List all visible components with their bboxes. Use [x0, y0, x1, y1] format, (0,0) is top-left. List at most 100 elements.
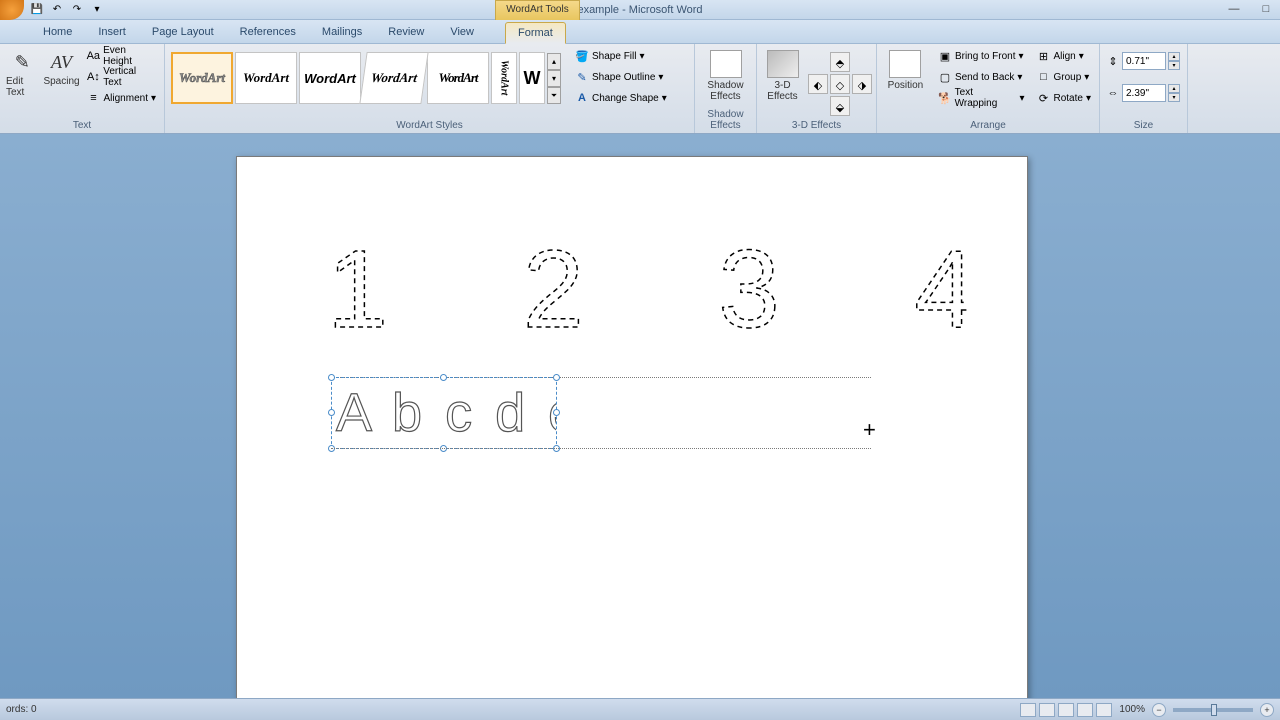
- view-web-layout-icon[interactable]: [1058, 703, 1074, 717]
- even-height-button[interactable]: Aa Even Height: [83, 46, 161, 66]
- width-up-icon[interactable]: ▴: [1168, 84, 1180, 93]
- change-shape-icon: A: [575, 91, 589, 105]
- minimize-button[interactable]: —: [1224, 3, 1244, 17]
- group-label-text: Text: [0, 120, 164, 131]
- group-btn-label: Group: [1054, 72, 1082, 83]
- 3d-tilt-grid: ⬘ ⬖ ◇ ⬗ ⬙: [808, 52, 872, 116]
- zoom-thumb[interactable]: [1211, 704, 1217, 716]
- handle-se[interactable]: [553, 445, 560, 452]
- view-full-screen-icon[interactable]: [1039, 703, 1055, 717]
- chevron-down-icon: ▾: [1086, 93, 1091, 104]
- position-label: Position: [888, 80, 924, 91]
- wordart-letters-selection[interactable]: A b c d e: [331, 377, 557, 449]
- zoom-level[interactable]: 100%: [1119, 704, 1145, 715]
- handle-n[interactable]: [440, 374, 447, 381]
- style-1[interactable]: WordArt: [171, 52, 233, 104]
- text-wrapping-button[interactable]: 🐕 Text Wrapping ▾: [934, 88, 1029, 108]
- bring-to-front-button[interactable]: ▣ Bring to Front ▾: [934, 46, 1029, 66]
- document-page[interactable]: 1 2 3 4 5 A b c d e +: [236, 156, 1028, 711]
- tilt-right-icon[interactable]: ⬗: [852, 74, 872, 94]
- save-icon[interactable]: 💾: [28, 2, 46, 18]
- view-outline-icon[interactable]: [1077, 703, 1093, 717]
- tab-home[interactable]: Home: [30, 21, 85, 43]
- edit-text-button[interactable]: ✎ Edit Text: [4, 46, 41, 100]
- drag-cursor-icon: +: [863, 417, 876, 443]
- shape-fill-button[interactable]: 🪣 Shape Fill ▾: [571, 46, 671, 66]
- tilt-down-icon[interactable]: ⬙: [830, 96, 850, 116]
- edit-text-label: Edit Text: [6, 76, 39, 98]
- handle-sw[interactable]: [328, 445, 335, 452]
- handle-nw[interactable]: [328, 374, 335, 381]
- wordart-numbers-text: 1 2 3 4 5: [327, 228, 967, 351]
- status-bar: ords: 0 100% − +: [0, 698, 1280, 720]
- tab-mailings[interactable]: Mailings: [309, 21, 375, 43]
- cube-icon: [767, 50, 799, 78]
- handle-w[interactable]: [328, 409, 335, 416]
- tab-insert[interactable]: Insert: [85, 21, 139, 43]
- group-shadow-effects: Shadow Effects Shadow Effects: [695, 44, 757, 133]
- zoom-in-button[interactable]: +: [1260, 703, 1274, 717]
- height-input[interactable]: [1122, 52, 1166, 70]
- 3d-effects-button[interactable]: 3-D Effects: [761, 46, 804, 106]
- position-button[interactable]: Position: [881, 46, 930, 95]
- tab-review[interactable]: Review: [375, 21, 437, 43]
- height-up-icon[interactable]: ▴: [1168, 52, 1180, 61]
- view-print-layout-icon[interactable]: [1020, 703, 1036, 717]
- tab-page-layout[interactable]: Page Layout: [139, 21, 227, 43]
- tab-format[interactable]: Format: [505, 22, 566, 44]
- style-2[interactable]: WordArt: [235, 52, 297, 104]
- redo-icon[interactable]: ↷: [68, 2, 86, 18]
- vertical-text-button[interactable]: A↕ Vertical Text: [83, 67, 161, 87]
- tilt-up-icon[interactable]: ⬘: [830, 52, 850, 72]
- shape-outline-label: Shape Outline: [592, 72, 655, 83]
- spacing-label: Spacing: [43, 76, 79, 87]
- pencil-icon: ✎: [575, 70, 589, 84]
- zoom-slider[interactable]: [1173, 708, 1253, 712]
- tab-view[interactable]: View: [437, 21, 487, 43]
- zoom-out-button[interactable]: −: [1152, 703, 1166, 717]
- wordart-numbers[interactable]: 1 2 3 4 5: [327, 217, 967, 367]
- width-input[interactable]: [1122, 84, 1166, 102]
- maximize-button[interactable]: □: [1256, 3, 1276, 17]
- style-5[interactable]: WordArt: [427, 52, 489, 104]
- even-height-label: Even Height: [103, 45, 156, 67]
- shadow-effects-button[interactable]: Shadow Effects: [701, 46, 751, 106]
- width-icon: ⇔: [1106, 86, 1120, 100]
- style-6[interactable]: WordArt: [491, 52, 517, 104]
- chevron-down-icon: ▾: [1079, 51, 1084, 62]
- shape-outline-button[interactable]: ✎ Shape Outline ▾: [571, 67, 671, 87]
- style-3[interactable]: WordArt: [299, 52, 361, 104]
- qat-customize-icon[interactable]: ▾: [88, 2, 106, 18]
- paint-bucket-icon: 🪣: [575, 49, 589, 63]
- gallery-up-icon[interactable]: ▴: [547, 53, 561, 70]
- handle-ne[interactable]: [553, 374, 560, 381]
- tilt-left-icon[interactable]: ⬖: [808, 74, 828, 94]
- style-4[interactable]: WordArt: [359, 52, 428, 104]
- group-button[interactable]: □ Group ▾: [1033, 67, 1096, 87]
- alignment-button[interactable]: ≡ Alignment ▾: [83, 88, 161, 108]
- shape-fill-label: Shape Fill: [592, 51, 636, 62]
- vertical-text-label: Vertical Text: [103, 66, 156, 88]
- handle-e[interactable]: [553, 409, 560, 416]
- width-down-icon[interactable]: ▾: [1168, 93, 1180, 102]
- chevron-down-icon: ▾: [1084, 72, 1089, 83]
- office-button[interactable]: [0, 0, 24, 20]
- gallery-more-icon[interactable]: ⏷: [547, 87, 561, 104]
- tab-references[interactable]: References: [227, 21, 309, 43]
- change-shape-button[interactable]: A Change Shape ▾: [571, 88, 671, 108]
- align-button[interactable]: ⊞ Align ▾: [1033, 46, 1096, 66]
- alignment-icon: ≡: [87, 91, 101, 105]
- tilt-center-icon[interactable]: ◇: [830, 74, 850, 94]
- undo-icon[interactable]: ↶: [48, 2, 66, 18]
- handle-s[interactable]: [440, 445, 447, 452]
- send-to-back-button[interactable]: ▢ Send to Back ▾: [934, 67, 1029, 87]
- chevron-down-icon: ▾: [1019, 93, 1024, 104]
- spacing-button[interactable]: AV Spacing: [43, 46, 81, 89]
- height-down-icon[interactable]: ▾: [1168, 61, 1180, 70]
- rotate-button[interactable]: ⟳ Rotate ▾: [1033, 88, 1096, 108]
- style-7[interactable]: W: [519, 52, 545, 104]
- word-count[interactable]: ords: 0: [6, 704, 37, 715]
- view-draft-icon[interactable]: [1096, 703, 1112, 717]
- bring-front-icon: ▣: [938, 49, 952, 63]
- gallery-down-icon[interactable]: ▾: [547, 70, 561, 87]
